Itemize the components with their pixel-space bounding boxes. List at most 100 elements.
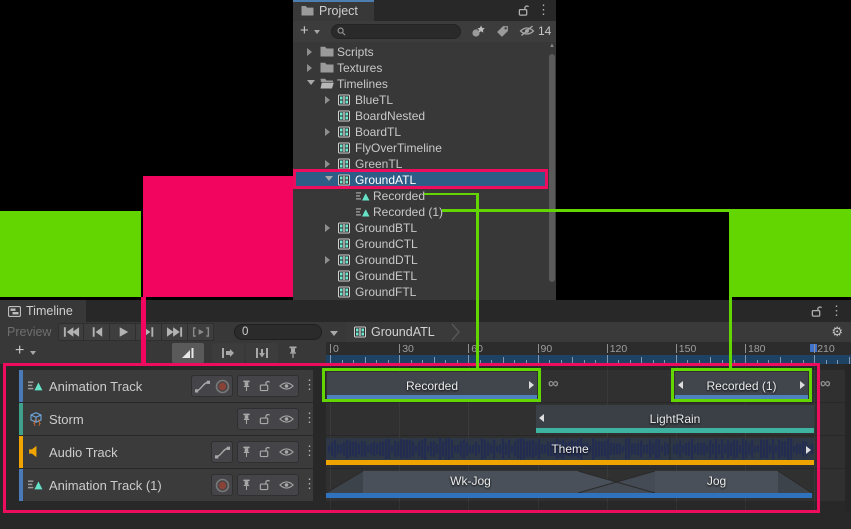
tree-item-groundbtl[interactable]: GroundBTL [293,220,548,236]
ruler-label: 180 [748,343,766,355]
kebab-menu-icon[interactable]: ⋮ [537,2,550,18]
add-asset-dropdown-arrow[interactable] [314,30,320,34]
lane-scroll-gutter [845,364,851,513]
project-scrollbar[interactable]: ▲ [548,42,556,300]
filter-by-label-icon[interactable] [496,25,509,38]
hidden-count-label: 14 [538,24,551,38]
kebab-menu-icon[interactable]: ⋮ [830,303,843,319]
time-ruler[interactable]: 0306090120150180210 [326,342,851,364]
tree-item-groundetl[interactable]: GroundETL [293,268,548,284]
expand-arrow-icon[interactable] [325,96,330,104]
ruler-major-line [399,344,400,353]
search-icon [337,27,346,36]
hidden-count-toggle[interactable]: 14 [519,24,551,38]
tree-item-groundctl[interactable]: GroundCTL [293,236,548,252]
tab-project-label: Project [319,4,358,18]
ruler-major-line [538,344,539,353]
expand-arrow-icon[interactable] [325,128,330,136]
previous-frame-button[interactable] [84,323,110,341]
expand-arrow-icon[interactable] [325,160,330,168]
project-scrollbar-thumb[interactable] [549,54,555,282]
annotation-pink-rect [143,176,293,297]
tree-item-label: BoardTL [355,125,401,139]
tree-item-label: BoardNested [355,109,425,123]
breadcrumb: GroundATL ⚙ [346,322,851,342]
add-track-dropdown-arrow[interactable] [30,351,36,355]
unlock-icon[interactable] [518,4,529,17]
animclip-icon [356,206,370,218]
tree-item-boardtl[interactable]: BoardTL [293,124,548,140]
unlock-icon[interactable] [811,305,822,318]
filter-by-type-icon[interactable] [471,25,486,38]
ruler-major-line [607,344,608,353]
tree-item-label: GroundBTL [355,221,417,235]
go-to-start-button[interactable] [58,323,84,341]
folder-icon [320,46,334,58]
active-tab-highlight [293,0,374,2]
tree-item-label: Timelines [337,77,388,91]
timeline-trackbar: + [0,342,326,364]
timeline-asset-icon [354,326,366,338]
search-input[interactable] [331,24,461,39]
tree-item-timelines[interactable]: Timelines [293,76,548,92]
ruler-label: 120 [610,343,628,355]
tree-item-label: GroundETL [355,269,417,283]
play-button[interactable] [110,323,136,341]
tree-item-recorded-1[interactable]: Recorded (1) [293,204,548,220]
timeline-icon [338,94,352,106]
marker-pin-toggle[interactable] [288,346,298,359]
tree-item-flyovertimeline[interactable]: FlyOverTimeline [293,140,548,156]
replace-mode-button[interactable] [246,343,278,363]
tree-item-label: GroundCTL [355,237,418,251]
ripple-mode-button[interactable] [212,343,244,363]
add-asset-button[interactable]: + [300,22,309,39]
tree-item-boardnested[interactable]: BoardNested [293,108,548,124]
expand-arrow-icon[interactable] [325,256,330,264]
tree-item-groundftl[interactable]: GroundFTL [293,284,548,300]
expand-arrow-icon[interactable] [307,64,312,72]
tree-item-grounddtl[interactable]: GroundDTL [293,252,548,268]
expand-arrow-icon[interactable] [307,48,312,56]
tree-item-bluetl[interactable]: BlueTL [293,92,548,108]
breadcrumb-chevron-icon [451,323,461,341]
ruler-label: 90 [541,343,553,355]
tab-timeline[interactable]: Timeline [0,300,86,322]
timeline-icon [338,286,352,298]
collapse-arrow-icon[interactable] [307,80,315,85]
tree-item-label: Recorded (1) [373,205,443,219]
add-track-button[interactable]: + [15,342,24,360]
ruler-major-line [745,344,746,353]
expand-arrow-icon[interactable] [325,224,330,232]
timeline-icon [338,222,352,234]
tree-item-recorded[interactable]: Recorded [293,188,548,204]
mix-mode-button[interactable] [172,343,204,363]
annotation-green-rect-right [731,211,851,297]
breadcrumb-item-groundatl[interactable]: GroundATL [354,324,435,340]
annotation-clip-recorded-highlight [322,368,541,402]
gear-icon[interactable]: ⚙ [831,324,843,340]
ruler-label: 150 [679,343,697,355]
frame-value: 0 [242,326,248,338]
ruler-major-line [814,344,815,353]
project-panel: Project ⋮ + 14 ScriptsTexturesTimelinesB… [293,0,556,300]
ruler-major-line [676,344,677,353]
ruler-label: 30 [402,343,414,355]
preview-toggle[interactable]: Preview [7,325,51,339]
ruler-tick [849,357,850,364]
annotation-green-line-recorded-v [476,193,479,368]
next-frame-button[interactable] [136,323,162,341]
timeline-icon [338,238,352,250]
frame-field-dropdown-arrow[interactable] [330,331,338,336]
ruler-label: 210 [817,343,835,355]
folder-icon [301,5,314,16]
play-range-button[interactable] [188,323,214,341]
timeline-icon [338,270,352,282]
tab-project[interactable]: Project [293,0,374,21]
go-to-end-button[interactable] [162,323,188,341]
tree-item-scripts[interactable]: Scripts [293,44,548,60]
animclip-icon [356,190,370,202]
timeline-toolbar: Preview 0 GroundATL ⚙ [0,322,851,342]
scroll-up-icon[interactable]: ▲ [549,43,555,49]
frame-field[interactable]: 0 [234,324,322,340]
tree-item-textures[interactable]: Textures [293,60,548,76]
